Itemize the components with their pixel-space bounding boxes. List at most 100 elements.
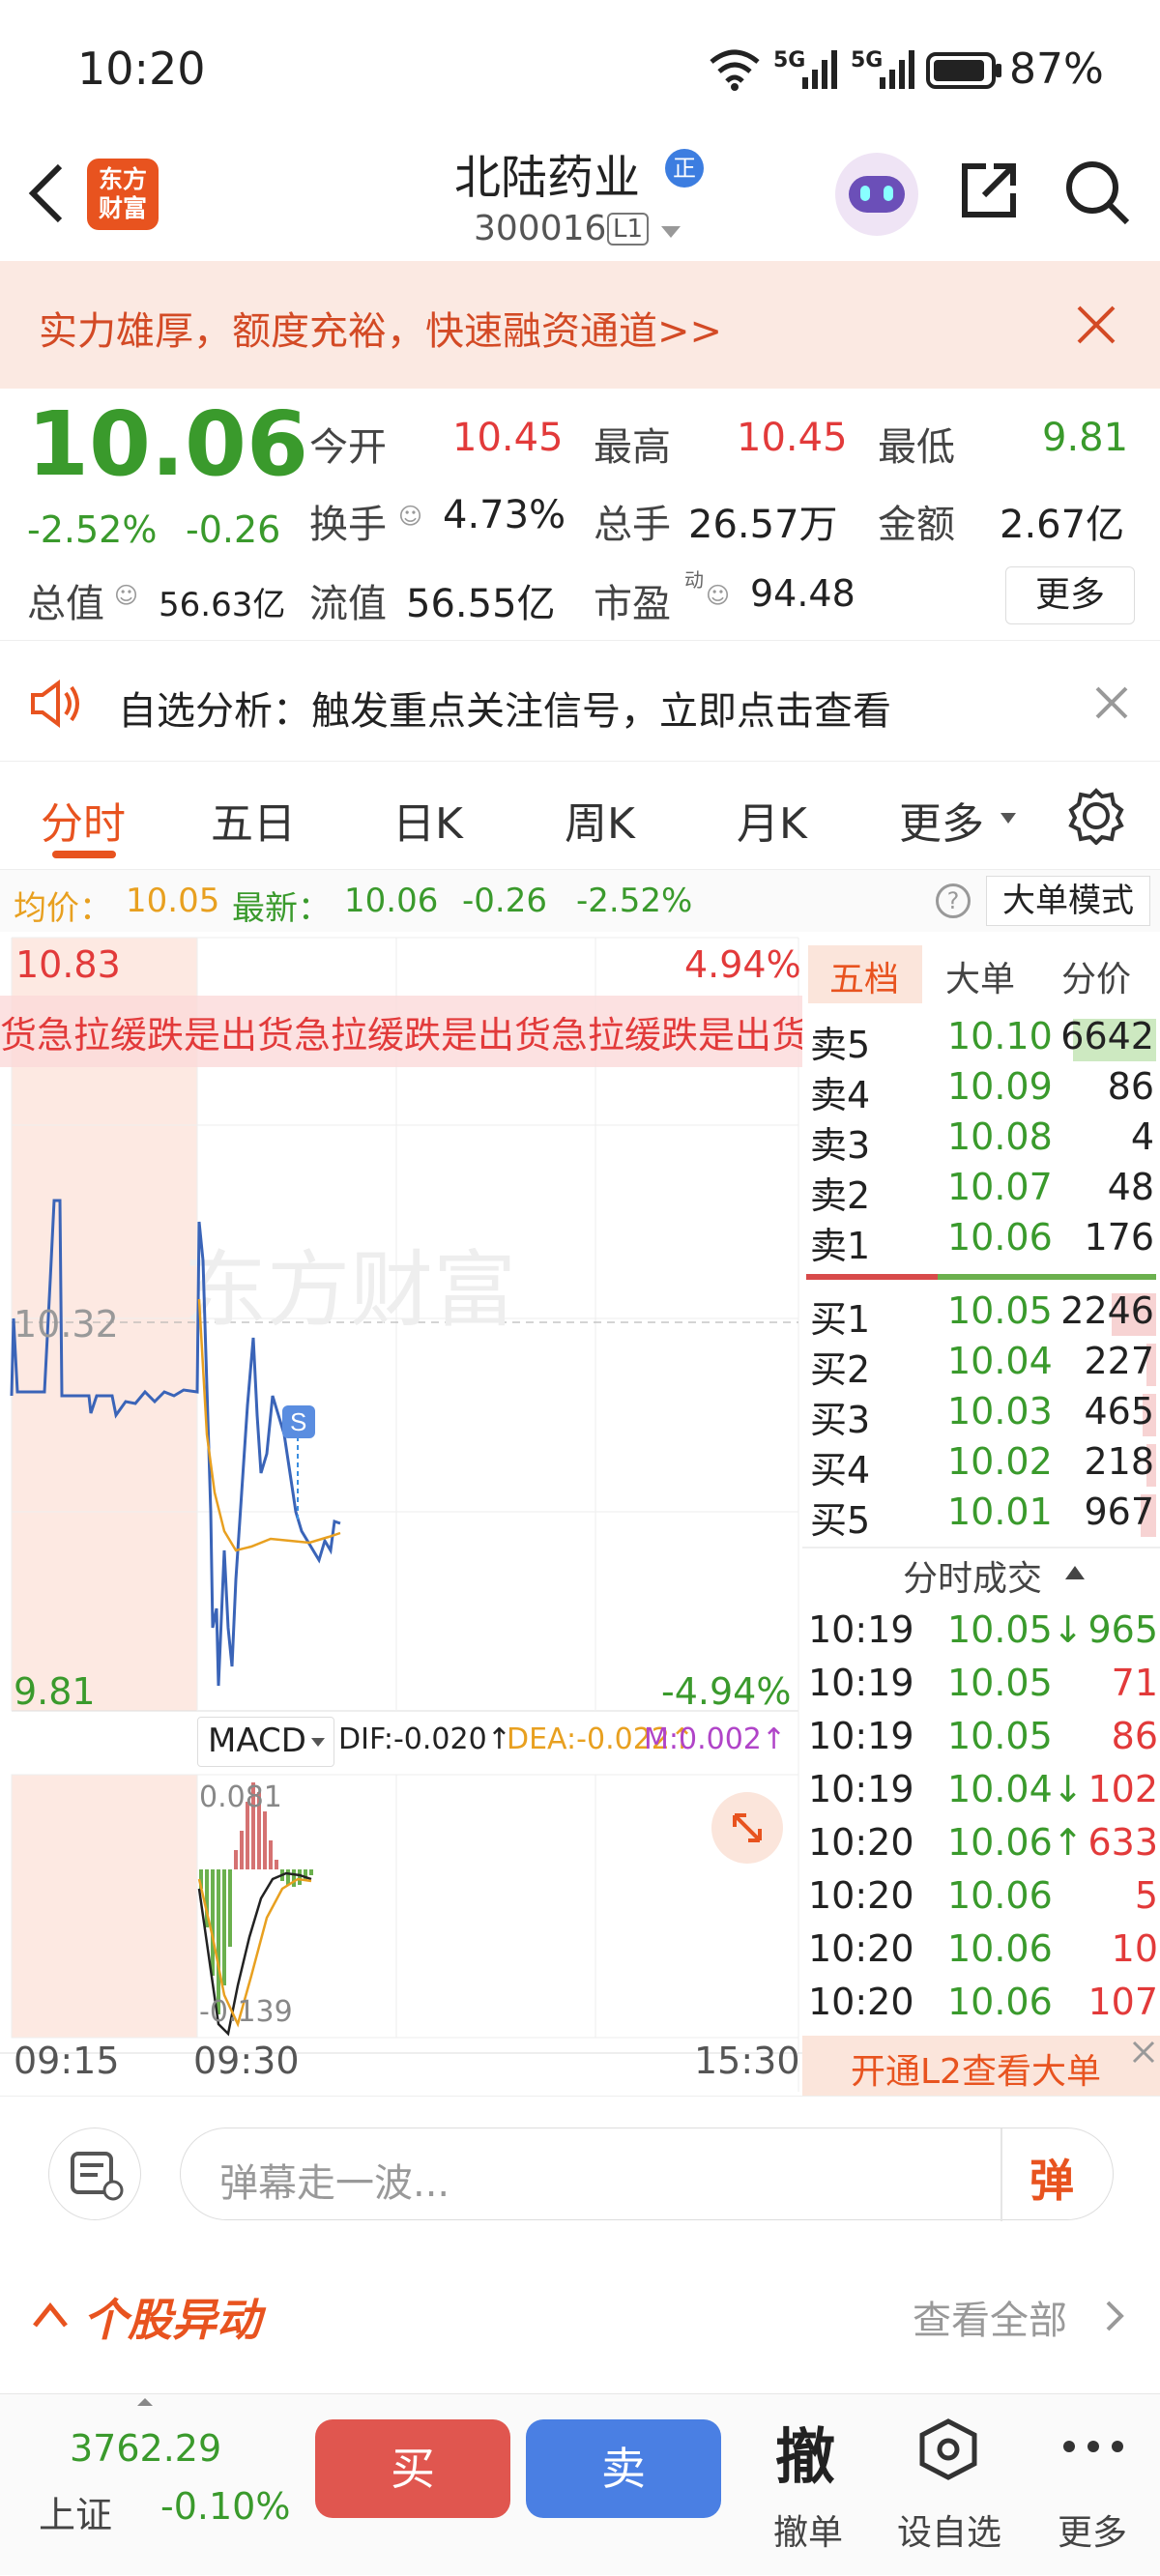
ask-volume: 176 bbox=[1084, 1216, 1154, 1259]
ask-price: 10.08 bbox=[947, 1115, 1053, 1158]
close-icon[interactable] bbox=[1094, 685, 1129, 720]
open-value: 10.45 bbox=[452, 416, 564, 460]
assistant-avatar[interactable] bbox=[835, 153, 918, 236]
tick-time: 10:19 bbox=[808, 1608, 914, 1651]
index-ticker[interactable]: 3762.29 上证 -0.10% bbox=[0, 2394, 300, 2576]
ask-levels: 卖5 10.10 6642 卖4 10.09 86 卖3 10.08 4 卖2 … bbox=[802, 1013, 1160, 1272]
chevron-up-icon[interactable] bbox=[31, 2301, 70, 2330]
analysis-alert[interactable]: 自选分析：触发重点关注信号，立即点击查看 bbox=[0, 640, 1160, 762]
turnover-label: 换手 bbox=[309, 503, 387, 547]
bid-price: 10.05 bbox=[947, 1289, 1053, 1332]
signal-icon bbox=[802, 50, 837, 89]
danmaku-send-button[interactable]: 弹 bbox=[1030, 2146, 1074, 2210]
big-order-mode-button[interactable]: 大单模式 bbox=[986, 876, 1150, 926]
open-label: 今开 bbox=[309, 425, 387, 470]
order-book: 五档 大单 分价 卖5 10.10 6642 卖4 10.09 86 卖3 10… bbox=[802, 932, 1160, 2096]
float-value: 56.55亿 bbox=[406, 582, 556, 626]
gear-icon[interactable] bbox=[1067, 787, 1125, 845]
tab-price-split[interactable]: 分价 bbox=[1061, 951, 1131, 1001]
ask-label: 卖5 bbox=[810, 1024, 871, 1066]
low-value: 9.81 bbox=[1042, 416, 1129, 460]
info-icon-2[interactable]: ☺ bbox=[398, 503, 422, 530]
promo-banner[interactable]: 实力雄厚，额度充裕，快速融资通道>> bbox=[0, 261, 1160, 389]
mid-price: 10.32 bbox=[14, 1303, 119, 1346]
marquee-banner[interactable]: 货急拉缓跌是出货急拉缓跌是出货急拉缓跌是出货 bbox=[0, 1005, 802, 1063]
bid-label: 买2 bbox=[810, 1348, 871, 1391]
danmaku-settings-button[interactable] bbox=[48, 2127, 141, 2220]
tick-list: 10:19 10.05↓ 965 10:19 10.05 71 10:19 10… bbox=[802, 1606, 1160, 2032]
info-icon-3[interactable]: ☺ bbox=[706, 582, 730, 609]
speaker-icon bbox=[31, 680, 79, 728]
intraday-chart[interactable]: 东方财富 S 10.83 4.94% 货急拉缓跌是出货急拉缓跌是出货急拉缓跌是出… bbox=[0, 932, 802, 2098]
danmaku-settings-icon bbox=[71, 2152, 124, 2201]
cancel-label: 撤单 bbox=[773, 2513, 844, 2553]
macd-top: 0.081 bbox=[199, 1780, 282, 1814]
index-name: 上证 bbox=[39, 2494, 113, 2536]
expand-icon[interactable] bbox=[711, 1792, 783, 1864]
triangle-up-icon bbox=[1065, 1566, 1085, 1579]
close-icon[interactable] bbox=[1075, 304, 1117, 346]
battery-icon bbox=[926, 52, 1001, 89]
dif-value: DIF:-0.020↑ bbox=[338, 1722, 511, 1756]
more-button[interactable]: 更多 bbox=[1005, 566, 1135, 624]
chevron-down-icon[interactable] bbox=[659, 224, 682, 240]
level-badge[interactable]: L1 bbox=[607, 213, 650, 246]
tick-row: 10:19 10.05 71 bbox=[802, 1660, 1160, 1710]
bid-volume: 465 bbox=[1084, 1390, 1154, 1433]
tick-volume: 965 bbox=[1088, 1608, 1158, 1651]
tick-time: 10:20 bbox=[808, 1821, 914, 1864]
tab-daily-k[interactable]: 日K bbox=[392, 789, 463, 851]
bid-volume: 967 bbox=[1084, 1491, 1154, 1533]
tick-volume: 107 bbox=[1088, 1981, 1158, 2023]
time-start: 09:15 bbox=[14, 2040, 120, 2082]
tab-weekly-k[interactable]: 周K bbox=[565, 789, 635, 851]
tick-time: 10:20 bbox=[808, 1981, 914, 2023]
help-icon[interactable]: ? bbox=[936, 883, 971, 918]
high-label: 最高 bbox=[594, 425, 671, 470]
indicator-label: MACD bbox=[208, 1722, 306, 1760]
indicator-select[interactable]: MACD bbox=[197, 1717, 334, 1767]
chevron-right-icon[interactable] bbox=[1104, 2299, 1125, 2333]
more-menu-button[interactable]: 更多 bbox=[1044, 2404, 1150, 2568]
tick-volume: 71 bbox=[1111, 1662, 1158, 1704]
tab-five-levels[interactable]: 五档 bbox=[829, 951, 899, 1001]
cancel-order-button[interactable]: 撤 撤单 bbox=[754, 2404, 860, 2568]
l2-banner[interactable]: 开通L2查看大单 bbox=[802, 2036, 1160, 2096]
info-icon[interactable]: ☺ bbox=[114, 582, 138, 609]
sell-marker-label: S bbox=[290, 1407, 306, 1436]
change-pct: -2.52% bbox=[27, 508, 158, 551]
bid-label: 买3 bbox=[810, 1399, 871, 1441]
hexagon-icon bbox=[919, 2418, 977, 2480]
share-icon[interactable] bbox=[957, 159, 1021, 222]
ask-label: 卖2 bbox=[810, 1174, 871, 1217]
ask-label: 卖1 bbox=[810, 1225, 871, 1267]
tab-more[interactable]: 更多 bbox=[899, 789, 984, 851]
section-title: 个股异动 bbox=[83, 2294, 261, 2346]
danmaku-input[interactable]: 弹幕走一波... 弹 bbox=[180, 2127, 1114, 2221]
app-logo[interactable]: 东方财富 bbox=[87, 159, 159, 230]
volume-value: 26.57万 bbox=[688, 503, 838, 547]
bid-label: 买1 bbox=[810, 1298, 871, 1341]
latest-value: 10.06 bbox=[344, 882, 439, 920]
tick-price: 10.06↑ bbox=[947, 1821, 1084, 1864]
tab-big-order[interactable]: 大单 bbox=[945, 951, 1015, 1001]
search-icon[interactable] bbox=[1063, 159, 1131, 226]
status-bar: 10:20 5G 5G 87% bbox=[0, 0, 1160, 135]
tab-monthly-k[interactable]: 月K bbox=[737, 789, 807, 851]
tick-time: 10:19 bbox=[808, 1715, 914, 1757]
tick-price: 10.05 bbox=[947, 1715, 1053, 1757]
tab-five-day[interactable]: 五日 bbox=[211, 789, 296, 851]
view-all-link[interactable]: 查看全部 bbox=[913, 2289, 1067, 2345]
ticks-title[interactable]: 分时成交 bbox=[903, 1550, 1042, 1601]
triangle-up-icon bbox=[137, 2398, 153, 2406]
quote-panel: 10.06 -2.52% -0.26 总值 ☺ 56.63亿 今开 10.45 … bbox=[0, 389, 1160, 640]
buy-button[interactable]: 买 bbox=[315, 2419, 510, 2518]
ask-price: 10.09 bbox=[947, 1065, 1053, 1108]
close-icon[interactable] bbox=[1131, 2040, 1156, 2065]
back-icon[interactable] bbox=[25, 162, 68, 224]
sell-button[interactable]: 卖 bbox=[526, 2419, 721, 2518]
tab-intraday[interactable]: 分时 bbox=[41, 789, 126, 851]
add-watchlist-button[interactable]: 设自选 bbox=[889, 2404, 1005, 2568]
stock-anomaly-section: 个股异动 查看全部 bbox=[0, 2250, 1160, 2395]
chevron-down-icon[interactable] bbox=[1000, 812, 1017, 825]
